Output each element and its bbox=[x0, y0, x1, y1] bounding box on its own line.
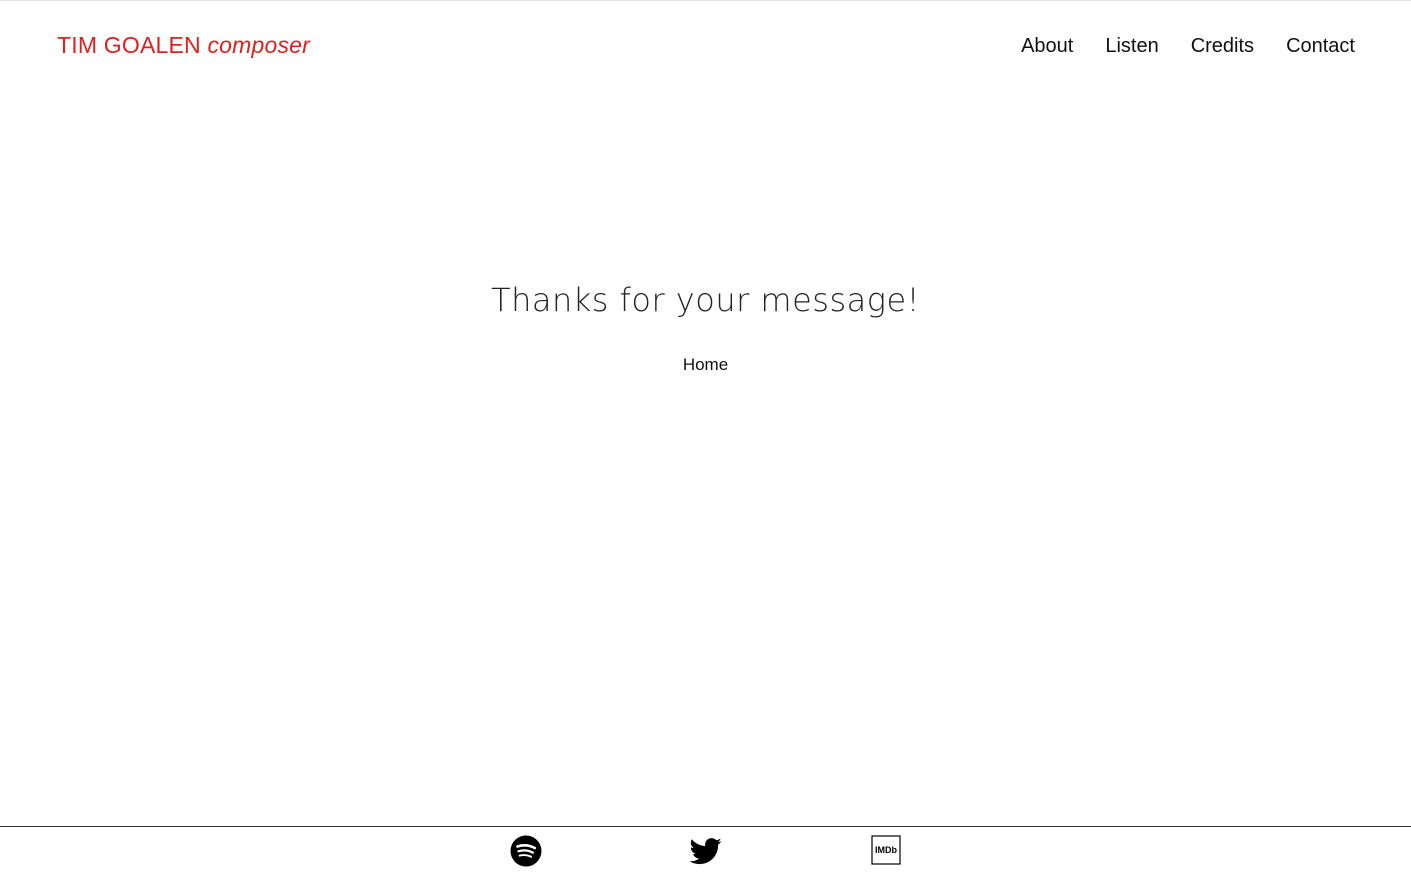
nav-item-listen[interactable]: Listen bbox=[1105, 35, 1158, 58]
brand-name: TIM GOALEN bbox=[57, 32, 201, 58]
imdb-link[interactable]: IMDb bbox=[871, 835, 903, 867]
nav-item-credits[interactable]: Credits bbox=[1191, 35, 1254, 58]
nav-item-contact[interactable]: Contact bbox=[1286, 35, 1355, 58]
imdb-icon: IMDb bbox=[871, 835, 901, 865]
site-header: TIM GOALEN composer About Listen Credits… bbox=[0, 1, 1411, 96]
brand-role: composer bbox=[207, 32, 311, 58]
home-link[interactable]: Home bbox=[683, 355, 728, 375]
spotify-link[interactable] bbox=[510, 835, 542, 867]
nav-item-about[interactable]: About bbox=[1021, 35, 1073, 58]
twitter-link[interactable] bbox=[689, 835, 722, 867]
site-logo-link[interactable]: TIM GOALEN composer bbox=[57, 32, 310, 59]
imdb-icon-label: IMDb bbox=[875, 845, 897, 855]
site-footer: IMDb bbox=[0, 826, 1411, 874]
main-nav: About Listen Credits Contact bbox=[1021, 35, 1355, 58]
spotify-icon bbox=[510, 835, 542, 867]
main-content: Thanks for your message! Home bbox=[0, 281, 1411, 375]
twitter-icon bbox=[689, 838, 722, 865]
page: TIM GOALEN composer About Listen Credits… bbox=[0, 0, 1411, 874]
thanks-heading: Thanks for your message! bbox=[491, 281, 920, 319]
